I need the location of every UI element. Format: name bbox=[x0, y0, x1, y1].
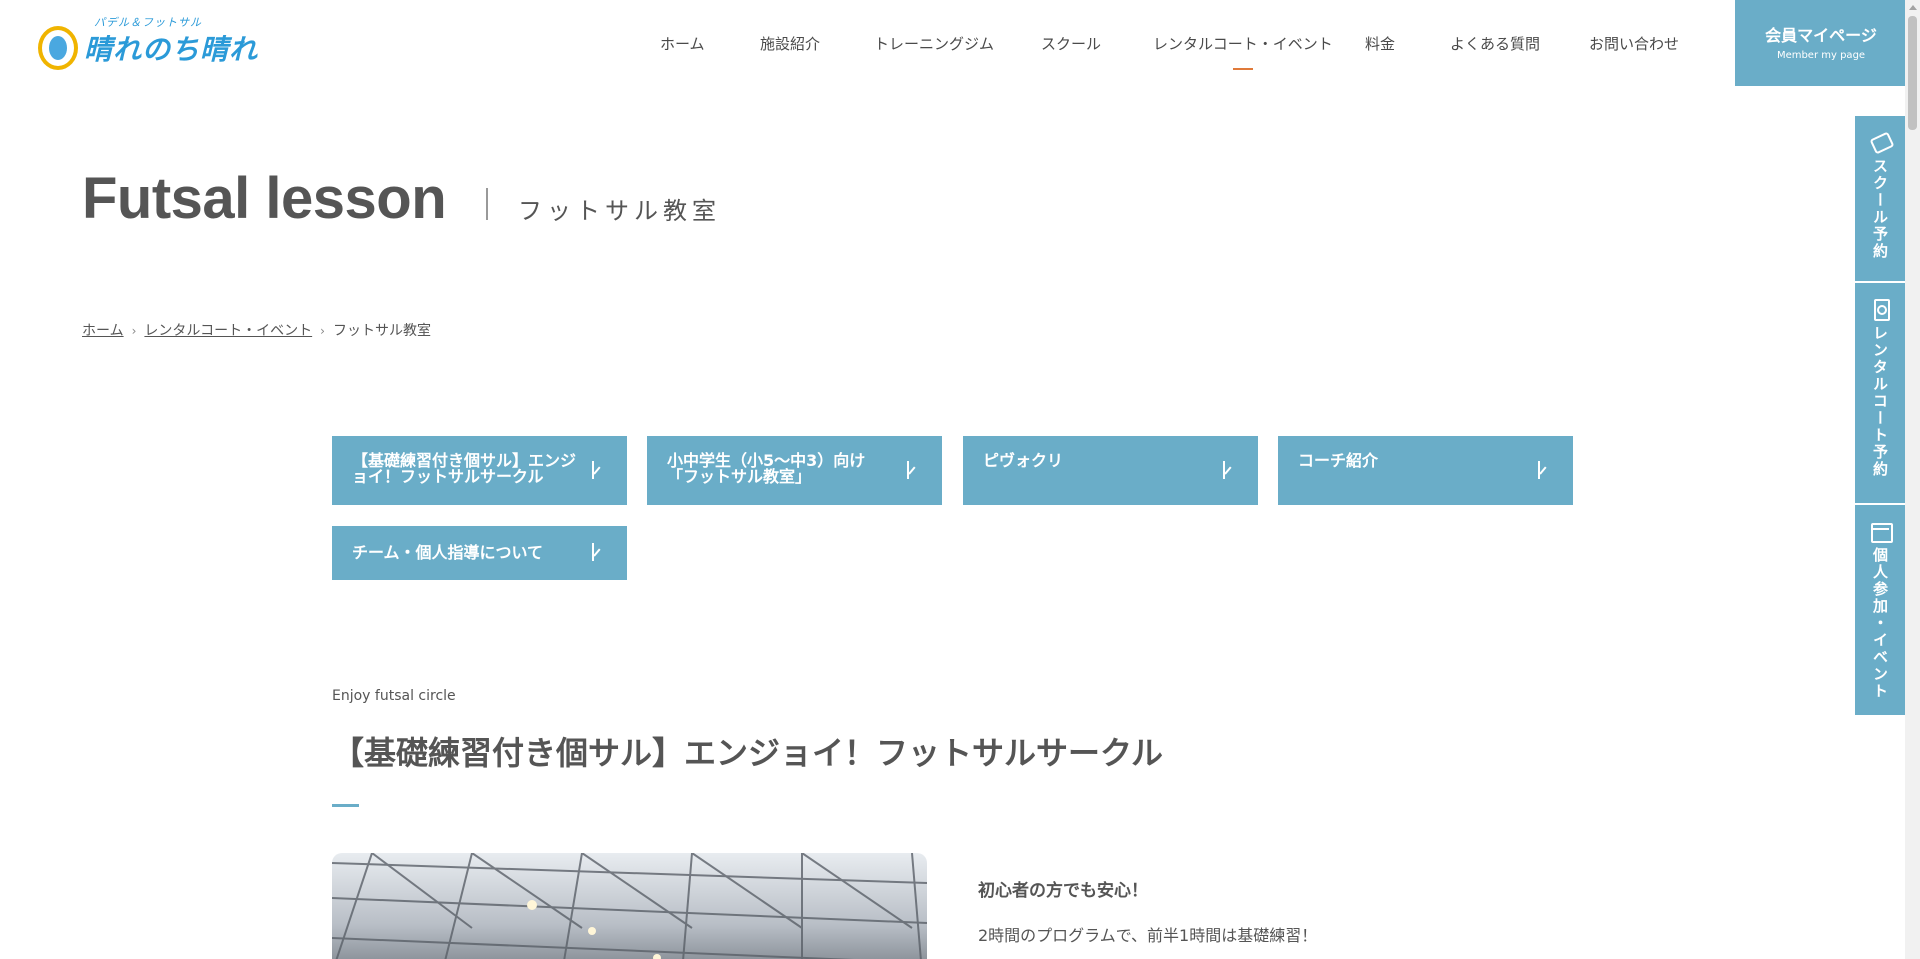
side-tab-label: スクール予約 bbox=[1871, 158, 1889, 260]
member-mypage-sublabel: Member my page bbox=[1776, 50, 1866, 61]
nav-training-gym[interactable]: トレーニングジム bbox=[874, 33, 994, 54]
nav-faq[interactable]: よくある質問 bbox=[1450, 33, 1540, 54]
member-mypage-button[interactable]: 会員マイページ Member my page bbox=[1735, 0, 1907, 86]
arrow-down-icon bbox=[1222, 460, 1234, 481]
site-header: パデル＆フットサル 晴れのち晴れ ホーム 施設紹介 トレーニングジム スクール … bbox=[0, 0, 1920, 86]
logo-sun-icon bbox=[38, 26, 78, 70]
roof-truss-illustration bbox=[332, 853, 927, 959]
section-underline bbox=[332, 804, 359, 807]
side-tab-label: レンタルコート予約 bbox=[1871, 325, 1889, 478]
section-eyebrow: Enjoy futsal circle bbox=[332, 688, 456, 704]
nav-contact[interactable]: お問い合わせ bbox=[1589, 33, 1679, 54]
arrow-down-icon bbox=[591, 543, 603, 563]
logo-title: 晴れのち晴れ bbox=[84, 33, 259, 66]
ticket-icon bbox=[1870, 132, 1890, 152]
side-tab-school-reservation[interactable]: スクール予約 bbox=[1855, 116, 1905, 281]
arrow-down-icon bbox=[1537, 460, 1549, 481]
section-body-text: 2時間のプログラムで、前半1時間は基礎練習！ bbox=[978, 926, 1318, 945]
nav-facility[interactable]: 施設紹介 bbox=[760, 33, 820, 54]
page-scrollbar[interactable] bbox=[1905, 0, 1920, 959]
section-lead: 初心者の方でも安心！ bbox=[978, 881, 1148, 901]
section-title: 【基礎練習付き個サル】エンジョイ！フットサルサークル bbox=[332, 734, 1164, 772]
anchor-team-individual-coaching[interactable]: チーム・個人指導について bbox=[332, 526, 627, 580]
anchor-junior-futsal-school[interactable]: 小中学生（小5～中3）向け「フットサル教室」 bbox=[647, 436, 942, 505]
anchor-label: 【基礎練習付き個サル】エンジョイ！フットサルサークル bbox=[352, 451, 577, 486]
site-logo[interactable]: パデル＆フットサル 晴れのち晴れ bbox=[38, 14, 278, 74]
door-icon bbox=[1870, 299, 1890, 321]
anchor-label: コーチ紹介 bbox=[1298, 451, 1379, 470]
anchor-pivo-clinic[interactable]: ピヴォクリ bbox=[963, 436, 1258, 505]
anchor-enjoy-futsal-circle[interactable]: 【基礎練習付き個サル】エンジョイ！フットサルサークル bbox=[332, 436, 627, 505]
anchor-coach-intro[interactable]: コーチ紹介 bbox=[1278, 436, 1573, 505]
scroll-thumb[interactable] bbox=[1908, 16, 1917, 130]
nav-price[interactable]: 料金 bbox=[1365, 33, 1395, 54]
anchor-label: ピヴォクリ bbox=[983, 451, 1064, 470]
side-tab-rental-court-reservation[interactable]: レンタルコート予約 bbox=[1855, 283, 1905, 503]
anchor-label: チーム・個人指導について bbox=[352, 543, 544, 562]
member-mypage-label: 会員マイページ bbox=[1765, 26, 1877, 45]
page-title: Futsal lesson bbox=[82, 166, 447, 231]
chevron-right-icon: › bbox=[320, 324, 325, 338]
futsal-court-photo bbox=[332, 853, 927, 959]
page-subtitle: フットサル教室 bbox=[518, 197, 721, 225]
side-tab-label: 個人参加・イベント bbox=[1871, 547, 1889, 700]
breadcrumb: ホーム › レンタルコート・イベント › フットサル教室 bbox=[82, 320, 431, 340]
side-tab-individual-event[interactable]: 個人参加・イベント bbox=[1855, 505, 1905, 715]
nav-school[interactable]: スクール bbox=[1041, 33, 1101, 54]
breadcrumb-current: フットサル教室 bbox=[332, 323, 431, 339]
title-divider bbox=[486, 188, 488, 220]
arrow-down-icon bbox=[591, 460, 603, 481]
nav-home[interactable]: ホーム bbox=[660, 33, 705, 54]
breadcrumb-rental-court-event[interactable]: レンタルコート・イベント bbox=[144, 323, 312, 339]
breadcrumb-home[interactable]: ホーム bbox=[82, 323, 124, 339]
anchor-label: 小中学生（小5～中3）向け「フットサル教室」 bbox=[667, 451, 866, 486]
chevron-right-icon: › bbox=[131, 324, 137, 338]
calendar-icon bbox=[1870, 521, 1893, 543]
nav-rental-court-event[interactable]: レンタルコート・イベント bbox=[1153, 33, 1333, 70]
arrow-down-icon bbox=[906, 460, 918, 481]
scroll-up-arrow-icon[interactable] bbox=[1905, 0, 1920, 14]
